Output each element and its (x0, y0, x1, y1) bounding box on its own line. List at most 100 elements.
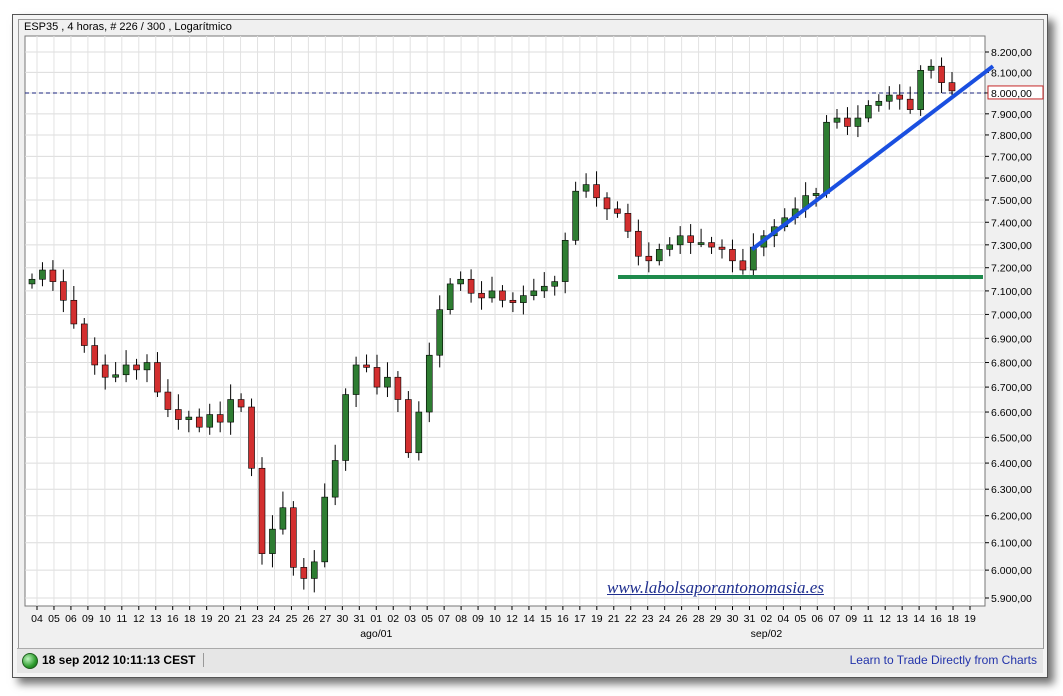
x-tick-label: 31 (744, 613, 756, 625)
x-tick-label: 22 (625, 613, 637, 625)
candle-body (624, 213, 632, 232)
x-tick-label: 10 (99, 613, 111, 625)
y-tick-label: 6.500,00 (991, 432, 1032, 444)
candle-body (279, 507, 287, 530)
candle-body (896, 94, 904, 100)
candle-body (331, 460, 339, 498)
candle-body (39, 269, 46, 280)
x-tick-label: 14 (523, 613, 535, 625)
candle-body (227, 399, 234, 423)
candle-body (310, 561, 318, 579)
x-tick-label: 21 (235, 613, 247, 625)
candle-body (60, 281, 67, 301)
candle-body (844, 117, 851, 127)
x-tick-label: 01 (370, 613, 382, 625)
x-tick-label: 09 (845, 613, 857, 625)
x-tick-label: 23 (642, 613, 654, 625)
x-tick-label: 16 (167, 613, 179, 625)
candle-body (582, 184, 590, 192)
y-tick-label: 7.700,00 (991, 151, 1032, 163)
candle-body (488, 290, 496, 299)
x-tick-label: 29 (710, 613, 722, 625)
x-month-label: ago/01 (360, 628, 392, 640)
x-tick-label: 03 (404, 613, 416, 625)
y-tick-label: 8.200,00 (991, 47, 1032, 59)
x-tick-label: 18 (184, 613, 196, 625)
watermark-link[interactable]: www.labolsaporantonomasia.es (607, 578, 824, 598)
y-tick-label: 7.000,00 (991, 309, 1032, 321)
candle-body (729, 249, 736, 262)
y-tick-label: 6.700,00 (991, 382, 1032, 394)
x-tick-label: 02 (387, 613, 399, 625)
candle-body (80, 323, 88, 346)
price-chart[interactable]: 8.200,00 8.100,00 8.000,00 7.900,00 7.800,00… (0, 0, 1063, 696)
connection-status-icon (22, 653, 38, 669)
candle-body (91, 345, 99, 366)
candle-body (509, 299, 517, 303)
y-tick-label: 7.600,00 (991, 173, 1032, 185)
x-tick-label: 04 (778, 613, 790, 625)
x-tick-label: 06 (65, 613, 77, 625)
x-tick-label: 18 (947, 613, 959, 625)
learn-to-trade-link[interactable]: Learn to Trade Directly from Charts (850, 653, 1037, 667)
candle-body (938, 65, 945, 83)
x-tick-label: 09 (82, 613, 94, 625)
candle-body (812, 193, 820, 196)
candle-body (833, 117, 841, 123)
x-tick-label: 31 (353, 613, 365, 625)
candle-body (593, 184, 600, 199)
x-tick-label: 05 (48, 613, 60, 625)
candle-body (572, 190, 579, 241)
candle-body (854, 117, 862, 127)
candle-body (865, 105, 872, 119)
y-tick-label: 6.300,00 (991, 484, 1032, 496)
candle-body (216, 414, 224, 423)
x-tick-label: 15 (540, 613, 552, 625)
x-tick-label: 05 (795, 613, 807, 625)
candle-body (655, 249, 663, 262)
x-tick-label: 30 (337, 613, 349, 625)
x-tick-label: 13 (150, 613, 162, 625)
y-tick-label: 6.100,00 (991, 538, 1032, 550)
y-tick-label: 6.200,00 (991, 511, 1032, 523)
y-tick-label: 7.200,00 (991, 263, 1032, 275)
x-tick-label: 11 (116, 613, 127, 625)
x-tick-label: 16 (557, 613, 569, 625)
x-tick-label: 13 (896, 613, 908, 625)
y-tick-label: 6.600,00 (991, 407, 1032, 419)
candle-body (739, 260, 747, 271)
x-tick-label: 14 (913, 613, 925, 625)
candle-body (154, 362, 161, 393)
x-tick-label: 06 (811, 613, 823, 625)
y-tick-label: 7.100,00 (991, 286, 1032, 298)
status-bar: 18 sep 2012 10:11:13 CEST Learn to Trade… (17, 648, 1043, 673)
x-tick-label: 09 (472, 613, 484, 625)
x-tick-label: 19 (201, 613, 213, 625)
candle-body (258, 467, 266, 554)
candle-body (823, 121, 830, 194)
candle-body (269, 528, 276, 554)
candle-body (551, 281, 559, 287)
candle-body (875, 100, 883, 106)
candle-body (321, 496, 329, 563)
candle-body (70, 299, 78, 325)
candle-body (666, 244, 674, 250)
x-tick-label: 23 (252, 613, 264, 625)
x-tick-label: 26 (676, 613, 688, 625)
x-tick-label: 12 (506, 613, 518, 625)
y-tick-label: 7.400,00 (991, 217, 1032, 229)
candle-body (540, 285, 548, 292)
candle-body (143, 362, 151, 371)
candle-body (927, 65, 935, 71)
x-tick-label: 10 (489, 613, 501, 625)
x-tick-label: 25 (286, 613, 298, 625)
y-tick-label: 6.900,00 (991, 333, 1032, 345)
x-tick-label: 17 (574, 613, 586, 625)
candle-body (478, 292, 485, 299)
candle-body (676, 235, 684, 246)
y-tick-label: 7.500,00 (991, 195, 1032, 207)
candle-body (206, 414, 214, 428)
candle-body (101, 364, 109, 378)
y-tick-label: 8.000,00 (991, 88, 1032, 100)
candle-body (436, 309, 444, 356)
